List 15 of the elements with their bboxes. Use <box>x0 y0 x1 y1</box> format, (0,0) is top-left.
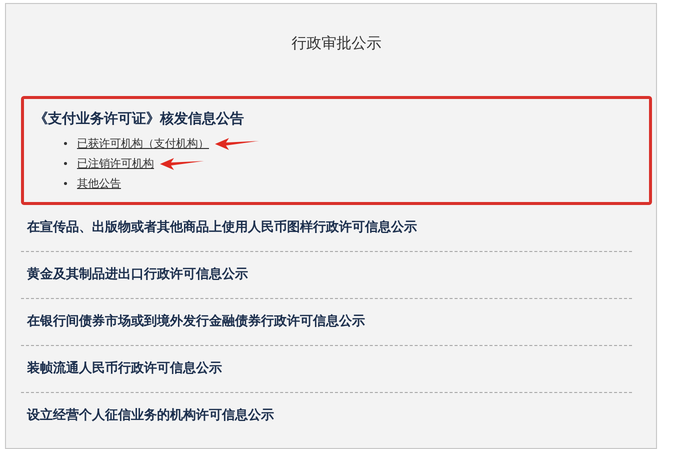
bullet-icon <box>64 142 67 145</box>
bullet-icon <box>64 162 67 165</box>
notice-item[interactable]: 装帧流通人民币行政许可信息公示 <box>21 346 632 393</box>
section-heading: 《支付业务许可证》核发信息公告 <box>34 110 245 129</box>
notice-link[interactable]: 已注销许可机构 <box>77 155 154 172</box>
notice-item[interactable]: 设立经营个人征信业务的机构许可信息公示 <box>21 393 632 440</box>
notice-item[interactable]: 黄金及其制品进出口行政许可信息公示 <box>21 252 632 299</box>
arrow-icon <box>215 138 259 150</box>
notice-item[interactable]: 在银行间债券市场或到境外发行金融债券行政许可信息公示 <box>21 299 632 346</box>
page-title: 行政审批公示 <box>290 33 382 53</box>
notice-link[interactable]: 其他公告 <box>77 175 121 192</box>
bullet-icon <box>64 182 67 185</box>
notice-link[interactable]: 已获许可机构（支付机构） <box>77 135 209 152</box>
arrow-icon <box>160 158 204 170</box>
notice-item[interactable]: 在宣传品、出版物或者其他商品上使用人民币图样行政许可信息公示 <box>21 205 632 252</box>
